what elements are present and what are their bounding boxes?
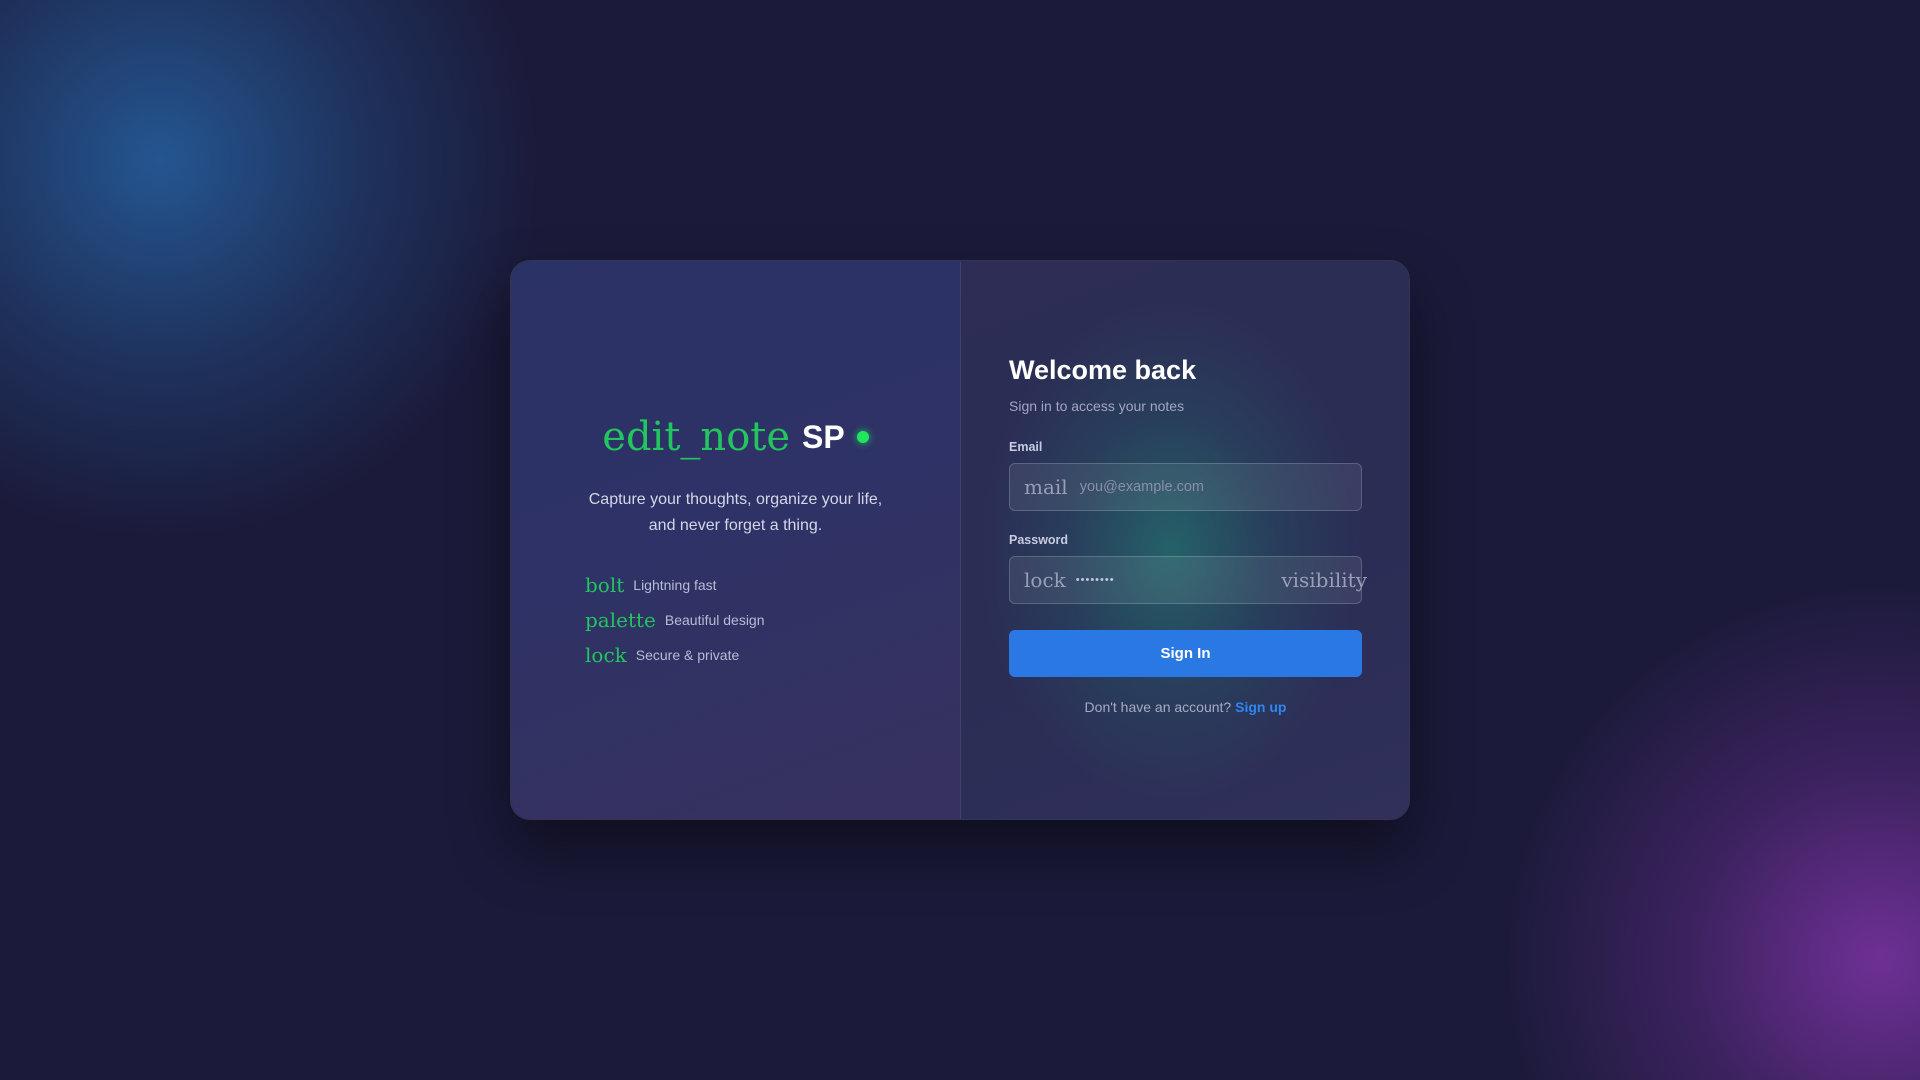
lock-icon: lock bbox=[1024, 568, 1066, 592]
feature-item: palette Beautiful design bbox=[585, 602, 765, 637]
tagline-line-2: and never forget a thing. bbox=[648, 517, 823, 534]
email-input[interactable] bbox=[1077, 478, 1282, 496]
password-label: Password bbox=[1009, 533, 1069, 547]
brand-name: SP bbox=[802, 418, 845, 455]
lock-icon: lock bbox=[585, 642, 627, 667]
mail-icon: mail bbox=[1024, 475, 1068, 499]
form-title: Welcome back bbox=[1009, 355, 1197, 385]
brand-logo: edit_note SP bbox=[511, 417, 960, 457]
email-label: Email bbox=[1009, 440, 1043, 454]
feature-label: Beautiful design bbox=[664, 611, 765, 628]
tagline: Capture your thoughts, organize your lif… bbox=[511, 487, 960, 539]
password-field[interactable]: lock •••••••• visibility bbox=[1009, 556, 1367, 604]
password-input[interactable]: •••••••• bbox=[1076, 574, 1115, 586]
signup-prompt-text: Don't have an account? bbox=[1084, 699, 1232, 715]
sign-in-button[interactable]: Sign In bbox=[1009, 630, 1362, 677]
sign-up-link[interactable]: Sign up bbox=[1235, 699, 1286, 715]
palette-icon: palette bbox=[585, 607, 656, 632]
login-form: Welcome back Sign in to access your note… bbox=[1009, 355, 1367, 715]
bolt-icon: bolt bbox=[585, 572, 625, 597]
tagline-line-1: Capture your thoughts, organize your lif… bbox=[588, 491, 883, 508]
feature-label: Secure & private bbox=[635, 646, 740, 663]
form-subtitle: Sign in to access your notes bbox=[1009, 398, 1185, 414]
feature-list: bolt Lightning fast palette Beautiful de… bbox=[585, 567, 765, 672]
brand-panel: edit_note SP Capture your thoughts, orga… bbox=[511, 261, 961, 819]
login-card: edit_note SP Capture your thoughts, orga… bbox=[510, 260, 1410, 820]
signup-prompt: Don't have an account? Sign up bbox=[1009, 699, 1362, 715]
login-panel: Welcome back Sign in to access your note… bbox=[961, 261, 1409, 819]
email-field[interactable]: mail bbox=[1009, 463, 1362, 511]
feature-item: lock Secure & private bbox=[585, 637, 765, 672]
status-dot bbox=[856, 431, 869, 443]
feature-label: Lightning fast bbox=[633, 576, 717, 593]
visibility-icon[interactable]: visibility bbox=[1281, 568, 1367, 592]
edit-note-icon: edit_note bbox=[602, 414, 791, 460]
feature-item: bolt Lightning fast bbox=[585, 567, 765, 602]
